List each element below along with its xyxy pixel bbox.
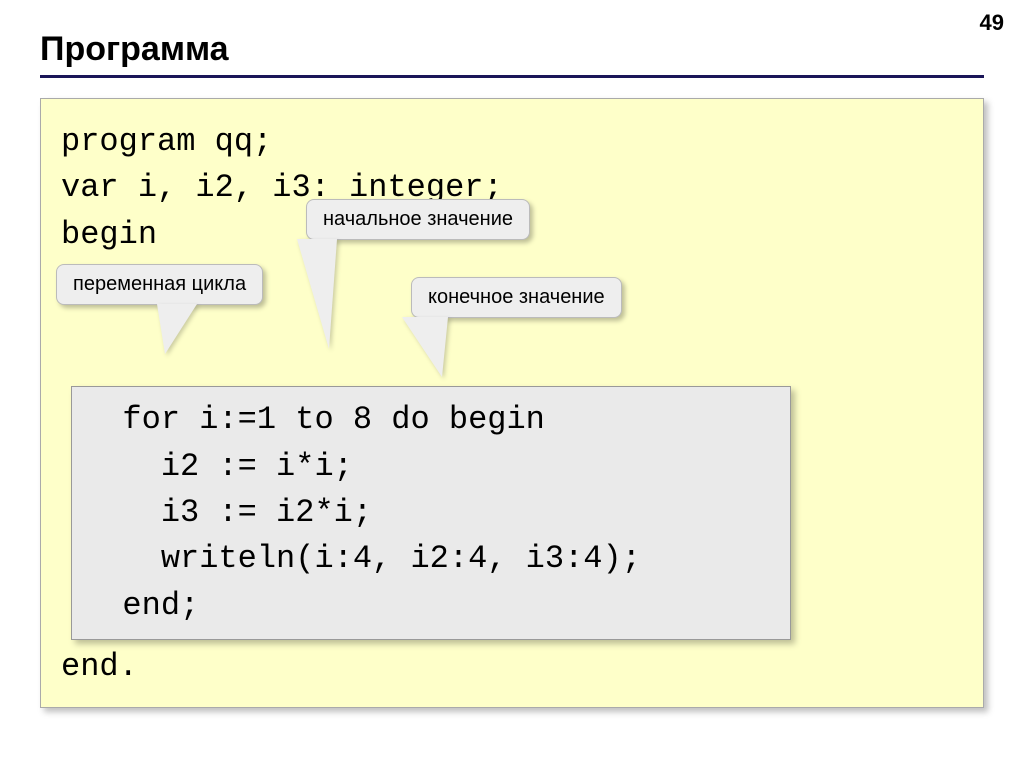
callout-final-value: конечное значение <box>411 277 622 318</box>
code-block-inner: for i:=1 to 8 do begin i2 := i*i; i3 := … <box>71 386 791 640</box>
code-line-last: end. <box>61 644 963 690</box>
slide: 49 Программа program qq; var i, i2, i3: … <box>0 0 1024 768</box>
page-number: 49 <box>980 10 1004 36</box>
title-underline <box>40 75 984 78</box>
code-inner-lines: for i:=1 to 8 do begin i2 := i*i; i3 := … <box>84 397 778 629</box>
callout-initial-value: начальное значение <box>306 199 530 240</box>
callout-loop-variable: переменная цикла <box>56 264 263 305</box>
code-line-1: program qq; <box>61 119 963 165</box>
code-block-outer: program qq; var i, i2, i3: integer; begi… <box>40 98 984 708</box>
slide-title: Программа <box>40 30 984 69</box>
